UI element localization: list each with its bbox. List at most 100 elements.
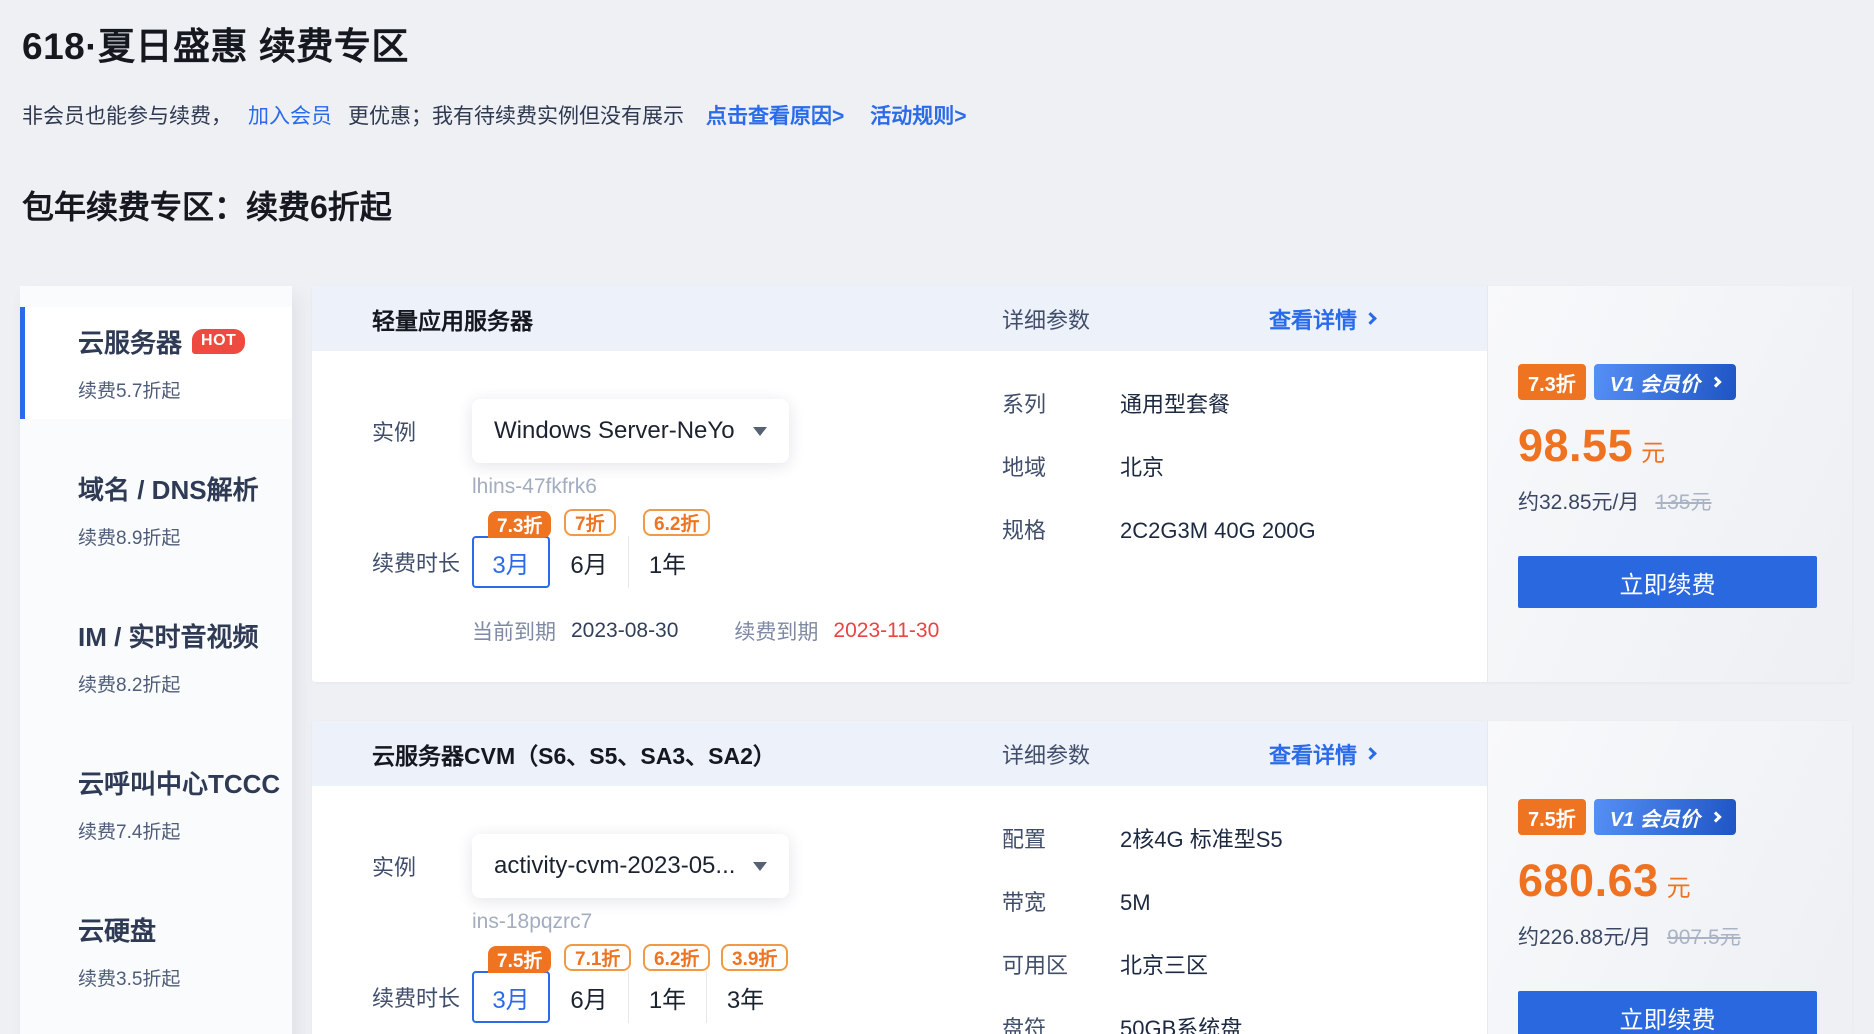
card-title: 轻量应用服务器: [372, 302, 533, 336]
price-discount-badge: 7.5折: [1518, 799, 1586, 835]
instance-select[interactable]: Windows Server-NeYo: [472, 399, 789, 463]
view-reason-link[interactable]: 点击查看原因>: [706, 100, 844, 130]
params-label: 详细参数: [1002, 738, 1090, 770]
instance-label: 实例: [372, 850, 472, 882]
original-price: 135元: [1655, 486, 1711, 516]
discount-badge: 7.5折: [488, 946, 551, 973]
spec-column: 配置 2核4G 标准型S5 带宽 5M 可用区 北京三区: [1002, 822, 1283, 1034]
hot-badge: HOT: [192, 329, 245, 354]
instance-label: 实例: [372, 415, 472, 447]
duration-tab-3month[interactable]: 7.3折 3月: [472, 536, 550, 588]
duration-tab-1year[interactable]: 6.2折 1年: [628, 536, 706, 588]
spec-row: 盘符 50GB系统盘: [1002, 1011, 1283, 1034]
sidebar-item-label: 域名 / DNS解析: [78, 470, 259, 507]
discount-badge: 6.2折: [643, 944, 710, 971]
price-monthly-row: 约226.88元/月 907.5元: [1518, 921, 1817, 951]
activity-rules-link[interactable]: 活动规则>: [870, 100, 966, 130]
view-detail-link[interactable]: 查看详情: [1269, 303, 1375, 335]
instance-column: 实例 Windows Server-NeYo lhins-47fkfrk6 续费…: [372, 399, 1017, 646]
renew-now-button[interactable]: 立即续费: [1518, 991, 1817, 1034]
sidebar-item-label: 云呼叫中心TCCC: [78, 764, 280, 801]
caret-down-icon: [753, 862, 767, 871]
expire-dates-row: 当前到期 2023-08-30 续费到期 2023-11-30: [372, 616, 1017, 646]
duration-tab-3year[interactable]: 3.9折 3年: [706, 971, 784, 1023]
price-panel: 7.3折 V1 会员价 98.55 元 约32.85元/月 135元: [1487, 286, 1852, 682]
current-expire-date: 2023-08-30: [571, 619, 678, 643]
renewal-promo-page: 618·夏日盛惠 续费专区 非会员也能参与续费， 加入会员 更优惠；我有待续费实…: [0, 0, 1874, 1034]
card-main: 轻量应用服务器 详细参数 查看详情 实例 Windows Ser: [312, 286, 1487, 682]
sidebar-item-discount: 续费7.4折起: [78, 817, 292, 844]
price-amount: 98.55 元: [1518, 420, 1817, 472]
spec-row: 规格 2C2G3M 40G 200G: [1002, 513, 1316, 545]
join-member-link[interactable]: 加入会员: [248, 100, 332, 130]
duration-tab-3month[interactable]: 7.5折 3月: [472, 971, 550, 1023]
spec-row: 系列 通用型套餐: [1002, 387, 1316, 419]
vip-price-badge[interactable]: V1 会员价: [1594, 364, 1736, 400]
product-card-list: 轻量应用服务器 详细参数 查看详情 实例 Windows Ser: [312, 286, 1852, 1034]
duration-tab-6month[interactable]: 7折 6月: [550, 536, 628, 588]
spec-row: 可用区 北京三区: [1002, 948, 1283, 980]
duration-tabs: 7.3折 3月 7折 6月 6.2折 1年: [472, 536, 706, 588]
page-title: 618·夏日盛惠 续费专区: [22, 16, 1852, 70]
price-amount: 680.63 元: [1518, 855, 1817, 907]
view-detail-link[interactable]: 查看详情: [1269, 738, 1375, 770]
instance-id: lhins-47fkfrk6: [372, 475, 1017, 499]
spec-row: 地域 北京: [1002, 450, 1316, 482]
original-price: 907.5元: [1667, 921, 1741, 951]
discount-badge: 3.9折: [721, 944, 788, 971]
spec-column: 系列 通用型套餐 地域 北京 规格 2C2G3M 40G 200G: [1002, 387, 1316, 576]
card-header: 轻量应用服务器 详细参数 查看详情: [312, 286, 1487, 351]
instance-id: ins-18pqzrc7: [372, 910, 1017, 934]
chevron-right-icon: [1364, 312, 1377, 325]
sidebar-item-cloud-disk[interactable]: 云硬盘 续费3.5折起: [20, 895, 292, 1007]
renew-now-button[interactable]: 立即续费: [1518, 556, 1817, 608]
spec-row: 带宽 5M: [1002, 885, 1283, 917]
product-card-lighthouse: 轻量应用服务器 详细参数 查看详情 实例 Windows Ser: [312, 286, 1852, 682]
discount-badge: 6.2折: [643, 509, 710, 536]
duration-label: 续费时长: [372, 981, 472, 1013]
card-body: 实例 activity-cvm-2023-05... ins-18pqzrc7 …: [312, 786, 1487, 1034]
sidebar-item-discount: 续费3.5折起: [78, 964, 292, 991]
renew-expire-date: 2023-11-30: [833, 619, 939, 643]
sidebar-item-cloud-server[interactable]: 云服务器 HOT 续费5.7折起: [20, 307, 292, 419]
sidebar-item-label: 云硬盘: [78, 911, 156, 948]
params-label: 详细参数: [1002, 303, 1090, 335]
instance-column: 实例 activity-cvm-2023-05... ins-18pqzrc7 …: [372, 834, 1017, 1023]
sidebar-item-domain-dns[interactable]: 域名 / DNS解析 续费8.9折起: [20, 454, 292, 566]
discount-badge: 7.1折: [564, 944, 631, 971]
product-card-cvm: 云服务器CVM（S6、S5、SA3、SA2） 详细参数 查看详情 实例: [312, 721, 1852, 1034]
sidebar-item-discount: 续费8.9折起: [78, 523, 292, 550]
chevron-right-icon: [1710, 376, 1721, 387]
duration-tab-6month[interactable]: 7.1折 6月: [550, 971, 628, 1023]
section-title: 包年续费专区：续费6折起: [22, 182, 1852, 228]
caret-down-icon: [753, 427, 767, 436]
price-monthly-row: 约32.85元/月 135元: [1518, 486, 1817, 516]
card-main: 云服务器CVM（S6、S5、SA3、SA2） 详细参数 查看详情 实例: [312, 721, 1487, 1034]
duration-label: 续费时长: [372, 546, 472, 578]
duration-tab-1year[interactable]: 6.2折 1年: [628, 971, 706, 1023]
card-title: 云服务器CVM（S6、S5、SA3、SA2）: [372, 737, 776, 771]
sidebar-item-label: IM / 实时音视频: [78, 617, 259, 654]
subtitle-prefix: 非会员也能参与续费，: [22, 100, 232, 130]
subtitle-mid: 更优惠；我有待续费实例但没有展示: [348, 100, 684, 130]
sidebar-item-tccc[interactable]: 云呼叫中心TCCC 续费7.4折起: [20, 748, 292, 860]
card-body: 实例 Windows Server-NeYo lhins-47fkfrk6 续费…: [312, 351, 1487, 682]
price-panel: 7.5折 V1 会员价 680.63 元 约226.88元/月 907.5元: [1487, 721, 1852, 1034]
spec-row: 配置 2核4G 标准型S5: [1002, 822, 1283, 854]
instance-select[interactable]: activity-cvm-2023-05...: [472, 834, 789, 898]
category-sidebar: 云服务器 HOT 续费5.7折起 域名 / DNS解析 续费8.9折起 IM /…: [20, 286, 292, 1034]
discount-badge: 7.3折: [488, 511, 551, 538]
discount-badge: 7折: [564, 509, 616, 536]
sidebar-item-im-trtc[interactable]: IM / 实时音视频 续费8.2折起: [20, 601, 292, 713]
monthly-price: 约32.85元/月: [1518, 486, 1639, 516]
monthly-price: 约226.88元/月: [1518, 921, 1651, 951]
sidebar-item-discount: 续费5.7折起: [78, 376, 292, 403]
subtitle-row: 非会员也能参与续费， 加入会员 更优惠；我有待续费实例但没有展示 点击查看原因>…: [22, 100, 1852, 130]
vip-price-badge[interactable]: V1 会员价: [1594, 799, 1736, 835]
sidebar-item-discount: 续费8.2折起: [78, 670, 292, 697]
current-expire-label: 当前到期: [472, 616, 556, 646]
price-discount-badge: 7.3折: [1518, 364, 1586, 400]
duration-tabs: 7.5折 3月 7.1折 6月 6.2折 1年: [472, 971, 784, 1023]
card-header: 云服务器CVM（S6、S5、SA3、SA2） 详细参数 查看详情: [312, 721, 1487, 786]
chevron-right-icon: [1364, 747, 1377, 760]
